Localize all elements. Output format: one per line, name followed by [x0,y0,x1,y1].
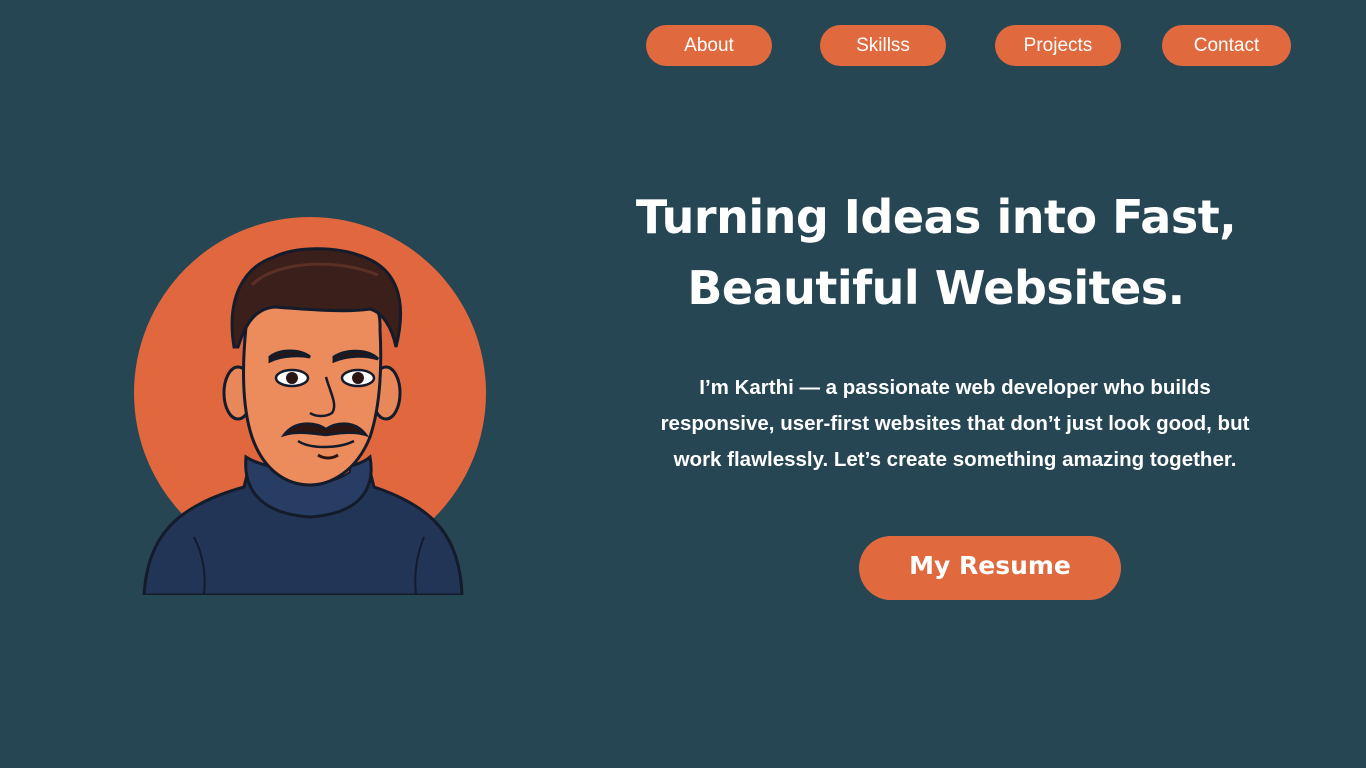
hero-headline-line-2: Beautiful Websites. [687,261,1185,315]
hero-intro-line-3: work flawlessly. Let’s create something … [673,448,1237,471]
hero-headline: Turning Ideas into Fast, Beautiful Websi… [606,182,1266,324]
hero-intro-line-1: I’m Karthi — a passionate web developer … [699,376,1211,399]
hero-headline-line-1: Turning Ideas into Fast, [635,190,1237,244]
nav-skills-button[interactable]: Skillss [820,25,946,66]
nav-about-button[interactable]: About [646,25,772,66]
my-resume-button[interactable]: My Resume [859,536,1121,600]
avatar [134,217,486,595]
nav-projects-button[interactable]: Projects [995,25,1121,66]
page: About Skillss Projects Contact Turning I… [0,0,1366,768]
developer-avatar-illustration [134,217,486,595]
hero-intro: I’m Karthi — a passionate web developer … [620,370,1290,478]
nav-contact-button[interactable]: Contact [1162,25,1291,66]
hero-intro-line-2: responsive, user-first websites that don… [660,412,1250,435]
